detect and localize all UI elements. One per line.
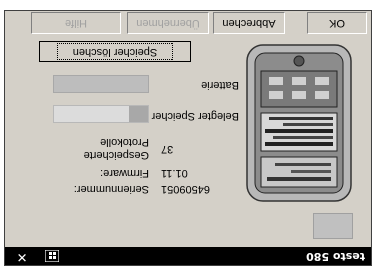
storage-label-visible: Belegter Speicher [151,110,239,122]
battery-label: Batterie [201,79,239,91]
rotated-screen: testo 580 ✕ Seriennummer: 64509051 Firmw… [0,0,376,278]
close-icon[interactable]: ✕ [15,249,29,264]
firmware-label: Firmware: [100,167,149,179]
cancel-label: Abbrechen [222,17,276,29]
windows-logo-icon [45,250,59,262]
apply-label: Übernehmen [136,17,200,29]
testo-dialog: testo 580 ✕ Seriennummer: 64509051 Firmw… [4,10,372,266]
title-bar: testo 580 ✕ [5,247,371,265]
help-label: Hilfe [65,17,88,29]
clear-memory-button[interactable]: Speicher löschen [39,41,191,62]
apply-button[interactable]: Übernehmen [127,12,209,34]
logs-label-line1: Gespeicherte [83,149,149,161]
ok-button[interactable]: OK [307,12,367,34]
ok-label: OK [329,17,345,29]
firmware-value: 01.11 [161,167,188,179]
cancel-button[interactable]: Abbrechen [213,12,285,34]
panel-strip [313,213,353,239]
logs-value: 37 [161,143,174,155]
battery-meter [53,75,149,93]
storage-meter-fill [129,106,148,122]
clear-memory-label: Speicher löschen [56,43,174,60]
window-title: testo 580 [306,250,365,263]
serial-label: Seriennummer: [73,183,149,195]
storage-meter [53,105,149,123]
help-button[interactable]: Hilfe [31,12,121,34]
logs-label-line2: Protokolle [100,136,149,148]
testo-580-device-icon [246,44,352,202]
serial-value: 64509051 [161,183,210,195]
